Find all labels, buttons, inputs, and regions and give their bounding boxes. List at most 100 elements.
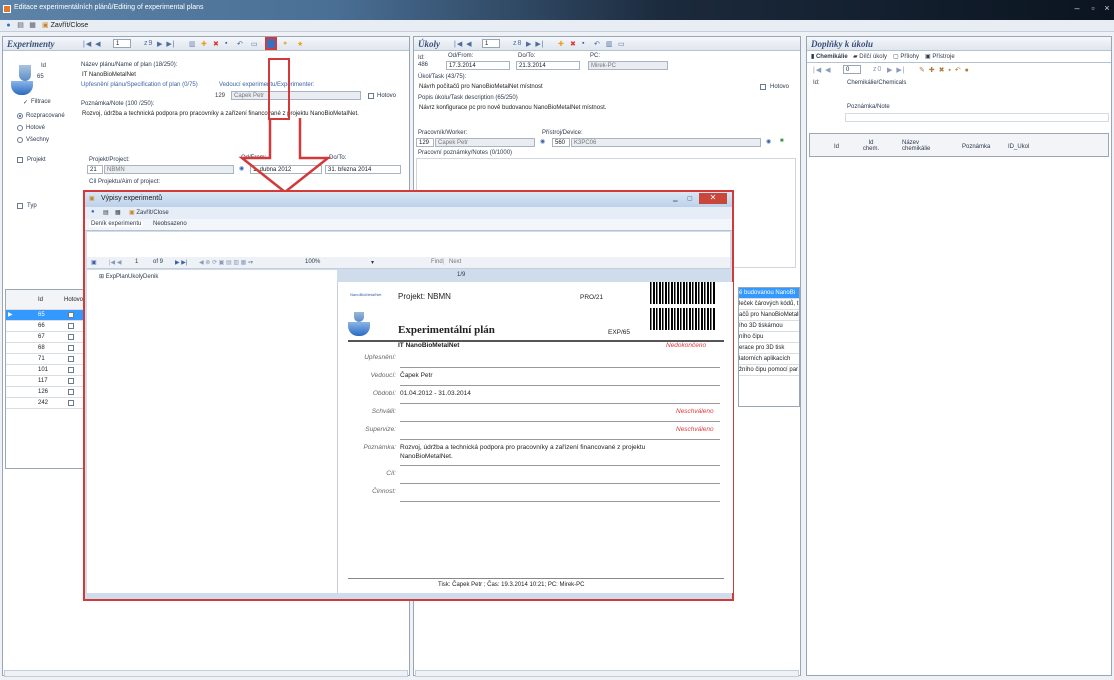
ukoly-undo-icon[interactable]: ↶ (594, 40, 601, 48)
close-button[interactable]: ▣ Zavřít/Close (42, 21, 88, 31)
table-row[interactable]: 101 (6, 365, 86, 376)
list-item[interactable]: ě budovanou NanoBi (739, 288, 799, 299)
middle-hscrollbar[interactable] (415, 670, 799, 677)
desc-field[interactable]: Návrz konfigurace pc pro nově budovanou … (416, 103, 796, 125)
row-hotovo-checkbox[interactable] (68, 389, 74, 395)
nav-next-last[interactable]: ▶ ▶| (157, 40, 176, 48)
tree-item[interactable]: ⊞ ExpPlanUkolyDenik (99, 273, 158, 280)
ukoly-delete-icon[interactable]: ✖ (570, 40, 577, 48)
filter-radio-vsechny[interactable] (17, 137, 23, 143)
ukoly-do-field[interactable]: 21.3.2014 (516, 61, 580, 70)
doplnky-note-field[interactable] (845, 113, 1109, 122)
list-item[interactable]: ního čipu (739, 332, 799, 343)
doplnky-nav-next-last[interactable]: ▶ ▶| (887, 66, 906, 74)
maximize-icon[interactable]: ▫ (1086, 3, 1100, 14)
doplnky-tool-icons[interactable]: ✎ ✚ ✖ ▪ ↶ ● (919, 66, 970, 74)
left-hscrollbar[interactable] (4, 670, 408, 677)
task-field[interactable]: Návrh počítačů pro NanoBioMetalNet místn… (416, 82, 756, 91)
table-row[interactable]: 66 (6, 321, 86, 332)
ukoly-table-icon[interactable]: ▭ (618, 40, 626, 48)
dialog-grid-icon[interactable]: ▦ (115, 209, 121, 216)
table-row[interactable]: 117 (6, 376, 86, 387)
zoom-dropdown-icon[interactable]: ▾ (371, 259, 374, 266)
bulb-icon[interactable]: ● (283, 40, 288, 47)
ukoly-columns-icon[interactable]: ▥ (606, 40, 614, 48)
row-hotovo-checkbox[interactable] (68, 323, 74, 329)
tab-neobsazeno[interactable]: Neobsazeno (153, 221, 187, 227)
device-name-field[interactable]: K3PC06 (571, 138, 761, 147)
name-field[interactable]: IT NanoBioMetalNet (79, 70, 405, 79)
ukoly-od-field[interactable]: 17.3.2014 (446, 61, 510, 70)
zoom-select[interactable]: 100% (305, 259, 320, 265)
nav-first-prev[interactable]: |◀ ◀ (83, 40, 102, 48)
row-hotovo-checkbox[interactable] (68, 345, 74, 351)
table-icon[interactable]: ▭ (251, 40, 259, 48)
ukoly-nav-position[interactable]: 1 (482, 39, 500, 48)
tab-prilohy[interactable]: ▢ Přílohy (893, 53, 919, 60)
dialog-doc-icon[interactable]: ▤ (103, 209, 109, 216)
close-window-icon[interactable]: × (1100, 3, 1114, 14)
delete-icon[interactable]: ✖ (213, 40, 220, 48)
save-icon[interactable]: ▪ (225, 40, 228, 47)
row-hotovo-checkbox[interactable] (68, 367, 74, 373)
dialog-info-icon[interactable]: ● (91, 209, 95, 215)
doplnky-nav-first-prev[interactable]: |◀ ◀ (813, 66, 832, 74)
dialog-close-button[interactable]: ▣ Zavřít/Close (129, 209, 169, 216)
tab-dilci-ukoly[interactable]: ▰ Dílčí úkoly (853, 53, 887, 60)
device-search-icon[interactable]: ◉ (766, 138, 771, 145)
worker-search-icon[interactable]: ◉ (540, 138, 545, 145)
table-row[interactable]: 242 (6, 398, 86, 409)
row-hotovo-checkbox[interactable] (68, 312, 74, 318)
ukoly-nav-next-last[interactable]: ▶ ▶| (526, 40, 545, 48)
nav-position[interactable]: 1 (113, 39, 131, 48)
vedouci-name-field[interactable]: Čapek Petr (231, 91, 361, 100)
minimize-icon[interactable]: – (1070, 3, 1084, 14)
grid-icon[interactable]: ▦ (28, 21, 37, 30)
export-icon[interactable]: ★ (297, 40, 304, 48)
tab-pristroje[interactable]: ▣ Přístroje (925, 53, 955, 60)
report-icon[interactable] (265, 37, 277, 50)
ukoly-add-icon[interactable]: ✚ (558, 40, 565, 48)
list-item[interactable]: latorních aplikacích (739, 354, 799, 365)
doplnky-nav-position[interactable]: 0 (843, 65, 861, 74)
projekt-checkbox[interactable] (17, 157, 23, 163)
page-first-prev[interactable]: |◀ ◀ (109, 259, 121, 266)
page-position[interactable]: 1 (135, 259, 138, 265)
list-item[interactable]: ího 3D tiskárnou (739, 321, 799, 332)
filter-radio-rozpracovane[interactable] (17, 113, 23, 119)
list-item[interactable]: erace pro 3D tisk (739, 343, 799, 354)
info-icon[interactable]: ● (4, 21, 13, 30)
dialog-maximize-icon[interactable]: ▢ (687, 195, 693, 202)
list-item[interactable]: žního čipu pomocí par (739, 365, 799, 376)
page-next-last[interactable]: ▶ ▶| (175, 259, 187, 266)
hotovo-checkbox[interactable] (368, 93, 374, 99)
tab-denik[interactable]: Deník experimentu (89, 221, 144, 227)
table-row[interactable]: 68 (6, 343, 86, 354)
table-row[interactable]: ▶ 65 (6, 310, 86, 321)
table-row[interactable]: 126 (6, 387, 86, 398)
columns-icon[interactable]: ▥ (189, 40, 197, 48)
tab-chemikalie[interactable]: ▮ Chemikálie (811, 53, 848, 60)
toggle-tree-icon[interactable]: ▣ (91, 259, 97, 266)
worker-name-field[interactable]: Čapek Petr (435, 138, 535, 147)
row-hotovo-checkbox[interactable] (68, 378, 74, 384)
table-row[interactable]: 71 (6, 354, 86, 365)
add-icon[interactable]: ✚ (201, 40, 208, 48)
list-item[interactable]: ačů pro NanoBioMetalN (739, 310, 799, 321)
ukoly-nav-first-prev[interactable]: |◀ ◀ (454, 40, 473, 48)
undo-icon[interactable]: ↶ (237, 40, 244, 48)
list-item[interactable]: leček čárových kódů, t (739, 299, 799, 310)
device-id-field[interactable]: 560 (552, 138, 570, 147)
spec-field[interactable] (79, 90, 209, 99)
report-tool-icons[interactable]: ◀ ⊗ ⟳ ▣ ▤ ▥ ▦ ▪▾ (199, 259, 253, 266)
row-hotovo-checkbox[interactable] (68, 356, 74, 362)
dialog-minimize-icon[interactable]: ▁ (673, 195, 678, 202)
doc-icon[interactable]: ▤ (16, 21, 25, 30)
project-id-field[interactable]: 21 (87, 165, 103, 174)
worker-id-field[interactable]: 129 (416, 138, 434, 147)
find-link[interactable]: Find (431, 259, 443, 265)
typ-checkbox[interactable] (17, 203, 23, 209)
ukoly-hotovo-checkbox[interactable] (760, 84, 766, 90)
row-hotovo-checkbox[interactable] (68, 334, 74, 340)
ukoly-pc-field[interactable]: Mirek-PC (588, 61, 668, 70)
